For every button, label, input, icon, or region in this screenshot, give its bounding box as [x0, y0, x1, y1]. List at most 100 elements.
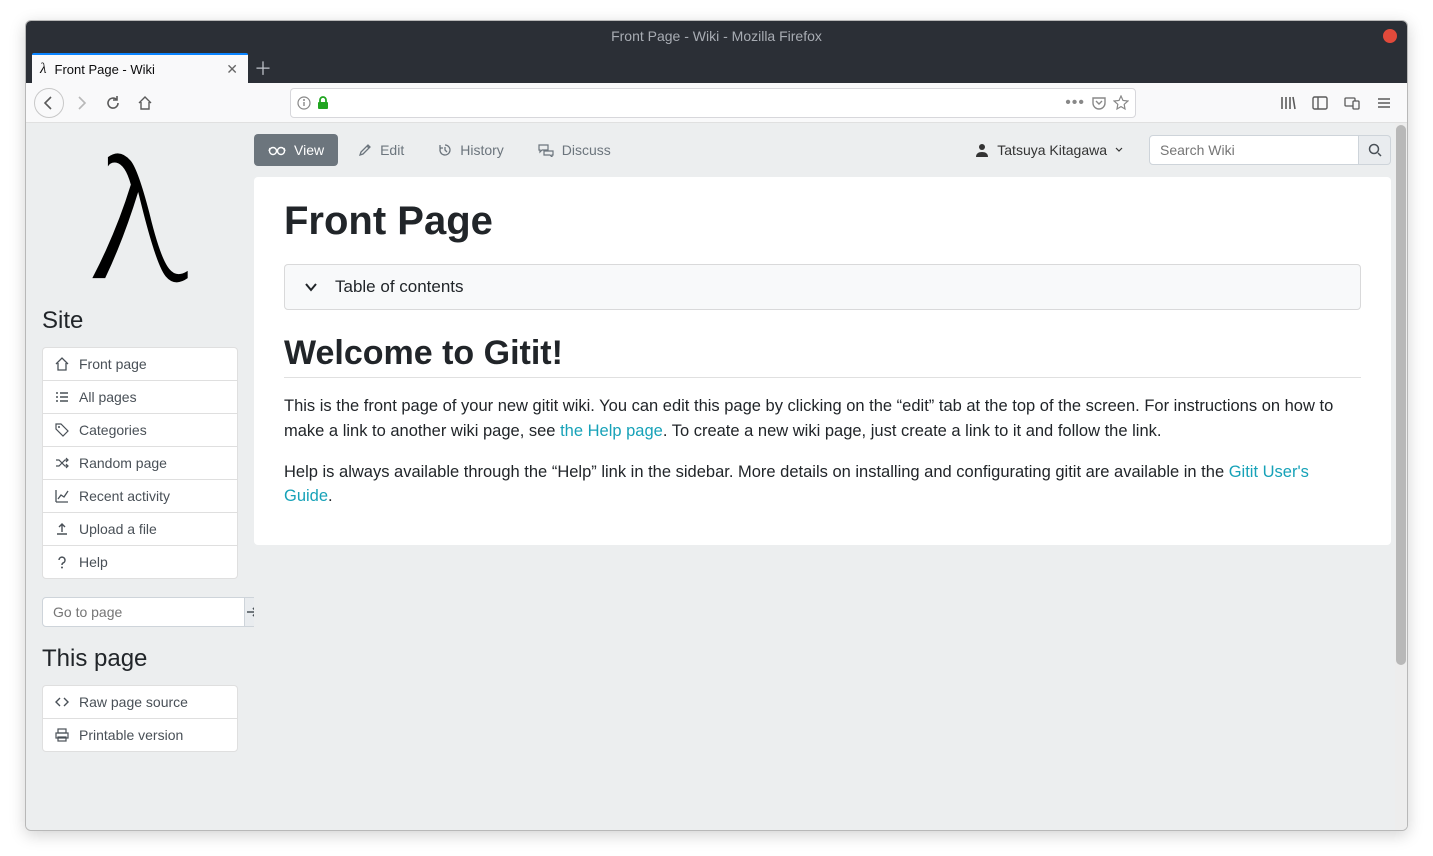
sidebar-item-recent-activity[interactable]: Recent activity: [43, 480, 237, 513]
sidebar-thispage-list: Raw page source Printable version: [42, 685, 238, 752]
hamburger-icon: [1376, 95, 1392, 111]
url-bar[interactable]: •••: [290, 88, 1136, 118]
arrow-left-icon: [41, 95, 57, 111]
navigation-toolbar: •••: [26, 83, 1407, 123]
wiki-logo[interactable]: [42, 139, 238, 289]
list-icon: [55, 390, 69, 404]
comments-icon: [538, 143, 554, 157]
tab-close-button[interactable]: ✕: [226, 61, 238, 78]
page-title: Front Page: [284, 199, 1361, 244]
responsive-design-button[interactable]: [1337, 88, 1367, 118]
forward-button: [66, 88, 96, 118]
sidebar-item-printable[interactable]: Printable version: [43, 719, 237, 751]
firefox-window: Front Page - Wiki - Mozilla Firefox λ Fr…: [25, 20, 1408, 831]
upload-icon: [55, 522, 69, 536]
goto-page-input[interactable]: [42, 597, 245, 627]
edit-icon: [358, 143, 372, 157]
sidebar-icon: [1312, 95, 1328, 111]
tab-view[interactable]: View: [254, 134, 338, 166]
lock-icon: [317, 96, 329, 110]
sidebar-item-label: Help: [79, 554, 108, 570]
site-info-icon[interactable]: [297, 96, 311, 110]
search-group: [1149, 135, 1391, 165]
window-title: Front Page - Wiki - Mozilla Firefox: [611, 28, 822, 44]
page-actions-icon[interactable]: •••: [1065, 94, 1085, 112]
sidebar-heading-thispage: This page: [42, 645, 238, 673]
chart-icon: [55, 489, 69, 503]
user-icon: [975, 143, 989, 157]
tab-label: Discuss: [562, 142, 611, 158]
sidebar-site-list: Front page All pages Categories Random p…: [42, 347, 238, 579]
search-input[interactable]: [1149, 135, 1359, 165]
tab-title: Front Page - Wiki: [55, 62, 155, 77]
user-menu[interactable]: Tatsuya Kitagawa: [965, 136, 1133, 164]
sidebar-item-all-pages[interactable]: All pages: [43, 381, 237, 414]
wiki-article: Front Page Table of contents Welcome to …: [254, 177, 1391, 545]
help-page-link[interactable]: the Help page: [560, 422, 663, 440]
code-icon: [55, 695, 69, 709]
library-button[interactable]: [1273, 88, 1303, 118]
reload-icon: [105, 95, 121, 111]
chevron-down-icon: [303, 279, 319, 295]
sidebar-item-categories[interactable]: Categories: [43, 414, 237, 447]
arrow-right-icon: [245, 605, 254, 619]
tab-favicon-lambda-icon: λ: [40, 61, 47, 78]
sidebar-item-label: Categories: [79, 422, 147, 438]
arrow-right-icon: [73, 95, 89, 111]
goto-page-button[interactable]: [245, 597, 254, 627]
history-icon: [438, 143, 452, 157]
library-icon: [1280, 95, 1296, 111]
tab-strip: λ Front Page - Wiki ✕ ＋: [26, 51, 1407, 83]
tab-edit[interactable]: Edit: [344, 134, 418, 166]
window-close-button[interactable]: [1383, 29, 1397, 43]
wiki-main: View Edit History Discuss Tatsuya Kitaga…: [254, 123, 1407, 830]
tab-label: Edit: [380, 142, 404, 158]
back-button[interactable]: [34, 88, 64, 118]
article-paragraph: This is the front page of your new gitit…: [284, 394, 1361, 444]
sidebar-item-label: Printable version: [79, 727, 183, 743]
wiki-sidebar: Site Front page All pages Categories Ran…: [26, 123, 254, 830]
user-name: Tatsuya Kitagawa: [997, 142, 1107, 158]
tab-discuss[interactable]: Discuss: [524, 134, 625, 166]
page-content: Site Front page All pages Categories Ran…: [26, 123, 1407, 830]
sidebar-item-label: Random page: [79, 455, 167, 471]
bookmark-star-icon[interactable]: [1113, 95, 1129, 111]
sidebar-item-label: Front page: [79, 356, 147, 372]
sidebar-item-label: All pages: [79, 389, 137, 405]
search-button[interactable]: [1359, 135, 1391, 165]
article-paragraph: Help is always available through the “He…: [284, 460, 1361, 510]
pocket-icon[interactable]: [1091, 95, 1107, 111]
question-icon: [55, 555, 69, 569]
app-menu-button[interactable]: [1369, 88, 1399, 118]
table-of-contents-toggle[interactable]: Table of contents: [284, 264, 1361, 310]
sidebar-button[interactable]: [1305, 88, 1335, 118]
lambda-icon: [85, 139, 195, 289]
shuffle-icon: [55, 456, 69, 470]
home-button[interactable]: [130, 88, 160, 118]
devices-icon: [1344, 95, 1360, 111]
tab-label: History: [460, 142, 504, 158]
scrollbar-thumb[interactable]: [1396, 125, 1406, 665]
window-titlebar: Front Page - Wiki - Mozilla Firefox: [26, 21, 1407, 51]
browser-tab[interactable]: λ Front Page - Wiki ✕: [32, 53, 248, 83]
tab-history[interactable]: History: [424, 134, 518, 166]
home-icon: [137, 95, 153, 111]
sidebar-item-front-page[interactable]: Front page: [43, 348, 237, 381]
sidebar-item-label: Upload a file: [79, 521, 157, 537]
glasses-icon: [268, 143, 286, 157]
sidebar-item-help[interactable]: Help: [43, 546, 237, 578]
sidebar-item-label: Raw page source: [79, 694, 188, 710]
sidebar-heading-site: Site: [42, 307, 238, 335]
scrollbar[interactable]: [1395, 123, 1407, 830]
home-icon: [55, 357, 69, 371]
sidebar-item-raw-source[interactable]: Raw page source: [43, 686, 237, 719]
sidebar-item-random-page[interactable]: Random page: [43, 447, 237, 480]
reload-button[interactable]: [98, 88, 128, 118]
tab-label: View: [294, 142, 324, 158]
sidebar-item-upload-file[interactable]: Upload a file: [43, 513, 237, 546]
article-heading: Welcome to Gitit!: [284, 334, 1361, 378]
page-tabs: View Edit History Discuss Tatsuya Kitaga…: [254, 123, 1391, 177]
toc-label: Table of contents: [335, 277, 464, 297]
new-tab-button[interactable]: ＋: [248, 53, 278, 83]
goto-page-group: [42, 597, 238, 627]
